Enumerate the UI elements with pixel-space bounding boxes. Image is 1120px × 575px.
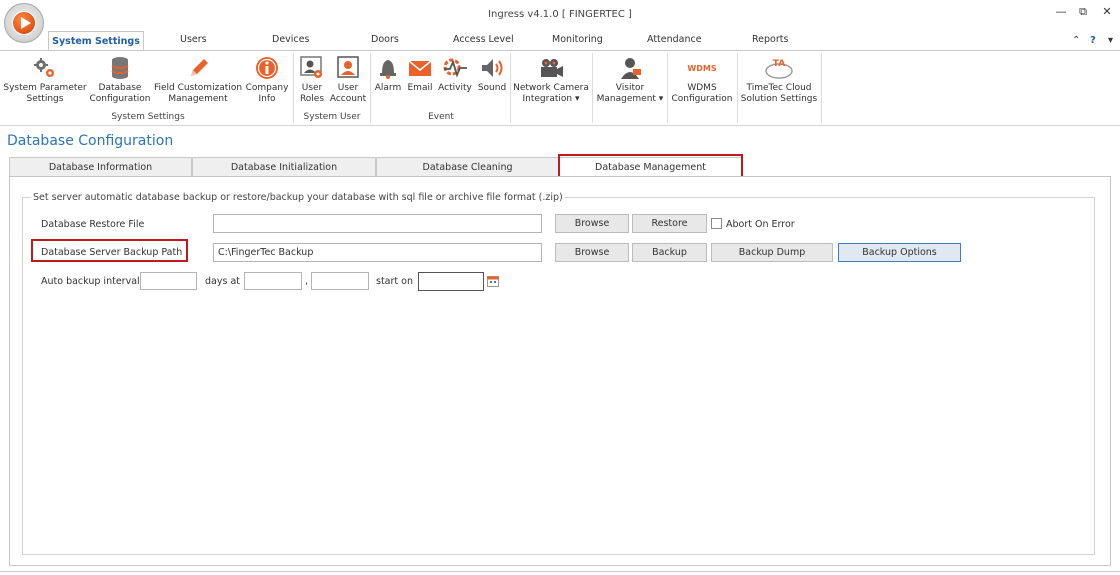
database-configuration-label: Database Configuration xyxy=(89,83,151,104)
ribbon-group-divider xyxy=(370,53,371,123)
abort-on-error-label: Abort On Error xyxy=(726,219,795,230)
svg-text:WDMS: WDMS xyxy=(687,64,716,73)
collapse-ribbon-icon[interactable]: ⌃ xyxy=(1072,35,1080,46)
restore-icon[interactable]: ⧉ xyxy=(1072,4,1094,20)
system-parameter-settings-button[interactable]: System Parameter Settings xyxy=(3,55,87,105)
user-account-icon xyxy=(335,55,361,81)
help-icon[interactable]: ? xyxy=(1090,35,1096,46)
wdms-configuration-button[interactable]: WDMS WDMS Configuration xyxy=(669,55,735,105)
field-customization-label: Field Customization Management xyxy=(153,83,243,104)
user-account-button[interactable]: User Account xyxy=(329,55,367,105)
sound-button[interactable]: Sound xyxy=(475,55,509,94)
timetec-cloud-label: TimeTec Cloud Solution Settings xyxy=(740,83,818,104)
restore-button[interactable]: Restore xyxy=(632,214,707,233)
visitor-management-button[interactable]: Visitor Management ▾ xyxy=(594,55,666,105)
activity-label: Activity xyxy=(438,83,472,93)
tab-access-level[interactable]: Access Level xyxy=(453,34,514,45)
field-customization-button[interactable]: Field Customization Management xyxy=(153,55,243,105)
pencil-icon xyxy=(185,55,211,81)
tab-devices[interactable]: Devices xyxy=(272,34,309,45)
tab-database-information[interactable]: Database Information xyxy=(9,157,192,176)
activity-icon xyxy=(442,55,468,81)
wdms-configuration-label: WDMS Configuration xyxy=(671,83,733,104)
close-icon[interactable]: ✕ xyxy=(1096,4,1118,20)
tab-reports[interactable]: Reports xyxy=(752,34,788,45)
window-title: Ingress v4.1.0 [ FINGERTEC ] xyxy=(488,9,632,20)
start-date-input[interactable] xyxy=(418,272,484,291)
timetec-cloud-button[interactable]: TA TimeTec Cloud Solution Settings xyxy=(739,55,819,105)
highlight-box-backup-path xyxy=(31,239,188,262)
company-info-button[interactable]: Company Info xyxy=(244,55,290,105)
options-dropdown-icon[interactable]: ▾ xyxy=(1108,35,1113,46)
abort-on-error-checkbox[interactable] xyxy=(711,218,722,229)
email-icon xyxy=(407,55,433,81)
system-parameter-settings-label: System Parameter Settings xyxy=(3,83,87,104)
email-button[interactable]: Email xyxy=(405,55,435,94)
tab-system-settings[interactable]: System Settings xyxy=(48,31,144,51)
network-camera-label: Network Camera Integration ▾ xyxy=(513,83,589,104)
gears-icon xyxy=(32,55,58,81)
group-label-system-user: System User xyxy=(303,112,361,122)
status-divider xyxy=(0,571,1120,572)
database-icon xyxy=(107,55,133,81)
tab-database-cleaning[interactable]: Database Cleaning xyxy=(376,157,559,176)
tab-users[interactable]: Users xyxy=(180,34,207,45)
interval-days-input[interactable] xyxy=(140,272,197,290)
timetec-cloud-icon: TA xyxy=(762,55,796,81)
ribbon-body: System Parameter Settings Database Confi… xyxy=(0,50,1120,126)
user-roles-label: User Roles xyxy=(299,83,325,104)
speaker-icon xyxy=(479,55,505,81)
camera-icon xyxy=(538,55,564,81)
restore-file-label: Database Restore File xyxy=(41,219,145,230)
backup-path-input[interactable] xyxy=(213,243,542,262)
ribbon-group-divider xyxy=(821,53,822,123)
sound-label: Sound xyxy=(477,83,507,93)
backup-dump-button[interactable]: Backup Dump xyxy=(711,243,833,262)
ribbon-group-divider xyxy=(667,53,668,123)
page-title: Database Configuration xyxy=(7,133,174,149)
ribbon-group-divider xyxy=(737,53,738,123)
info-icon xyxy=(254,55,280,81)
tab-monitoring[interactable]: Monitoring xyxy=(552,34,603,45)
ribbon-group-divider xyxy=(510,53,511,123)
visitor-management-label: Visitor Management ▾ xyxy=(596,83,664,104)
ribbon-tab-bar: Users Devices Doors Access Level Monitor… xyxy=(0,30,1120,50)
time-minute-input[interactable] xyxy=(311,272,369,290)
time-separator: , xyxy=(305,276,309,287)
user-roles-button[interactable]: User Roles xyxy=(296,55,328,105)
tab-doors[interactable]: Doors xyxy=(371,34,399,45)
group-label-system-settings: System Settings xyxy=(111,112,185,122)
start-on-label: start on xyxy=(376,276,413,287)
alarm-label: Alarm xyxy=(374,83,402,93)
backup-button[interactable]: Backup xyxy=(632,243,707,262)
group-label-event: Event xyxy=(428,112,454,122)
alarm-icon xyxy=(375,55,401,81)
tab-attendance[interactable]: Attendance xyxy=(647,34,702,45)
auto-backup-interval-label: Auto backup interval xyxy=(41,276,140,287)
days-at-label: days at xyxy=(205,276,240,287)
wdms-logo-icon: WDMS xyxy=(682,55,722,81)
calendar-icon[interactable] xyxy=(487,275,499,287)
backup-options-button[interactable]: Backup Options xyxy=(838,243,961,262)
restore-browse-button[interactable]: Browse xyxy=(555,214,629,233)
email-label: Email xyxy=(407,83,433,93)
company-info-label: Company Info xyxy=(245,83,289,104)
alarm-button[interactable]: Alarm xyxy=(373,55,403,94)
svg-text:TA: TA xyxy=(773,59,785,69)
network-camera-button[interactable]: Network Camera Integration ▾ xyxy=(512,55,590,105)
database-configuration-button[interactable]: Database Configuration xyxy=(88,55,152,105)
visitor-icon xyxy=(617,55,643,81)
user-roles-icon xyxy=(299,55,325,81)
ribbon-group-divider xyxy=(293,53,294,123)
group-caption: Set server automatic database backup or … xyxy=(31,192,565,203)
activity-button[interactable]: Activity xyxy=(436,55,474,94)
time-hour-input[interactable] xyxy=(244,272,302,290)
ribbon-group-divider xyxy=(592,53,593,123)
restore-file-input[interactable] xyxy=(213,214,542,233)
app-logo-icon[interactable] xyxy=(4,3,44,43)
minimize-icon[interactable]: — xyxy=(1050,4,1072,20)
tab-database-initialization[interactable]: Database Initialization xyxy=(192,157,376,176)
user-account-label: User Account xyxy=(329,83,367,104)
backup-browse-button[interactable]: Browse xyxy=(555,243,629,262)
